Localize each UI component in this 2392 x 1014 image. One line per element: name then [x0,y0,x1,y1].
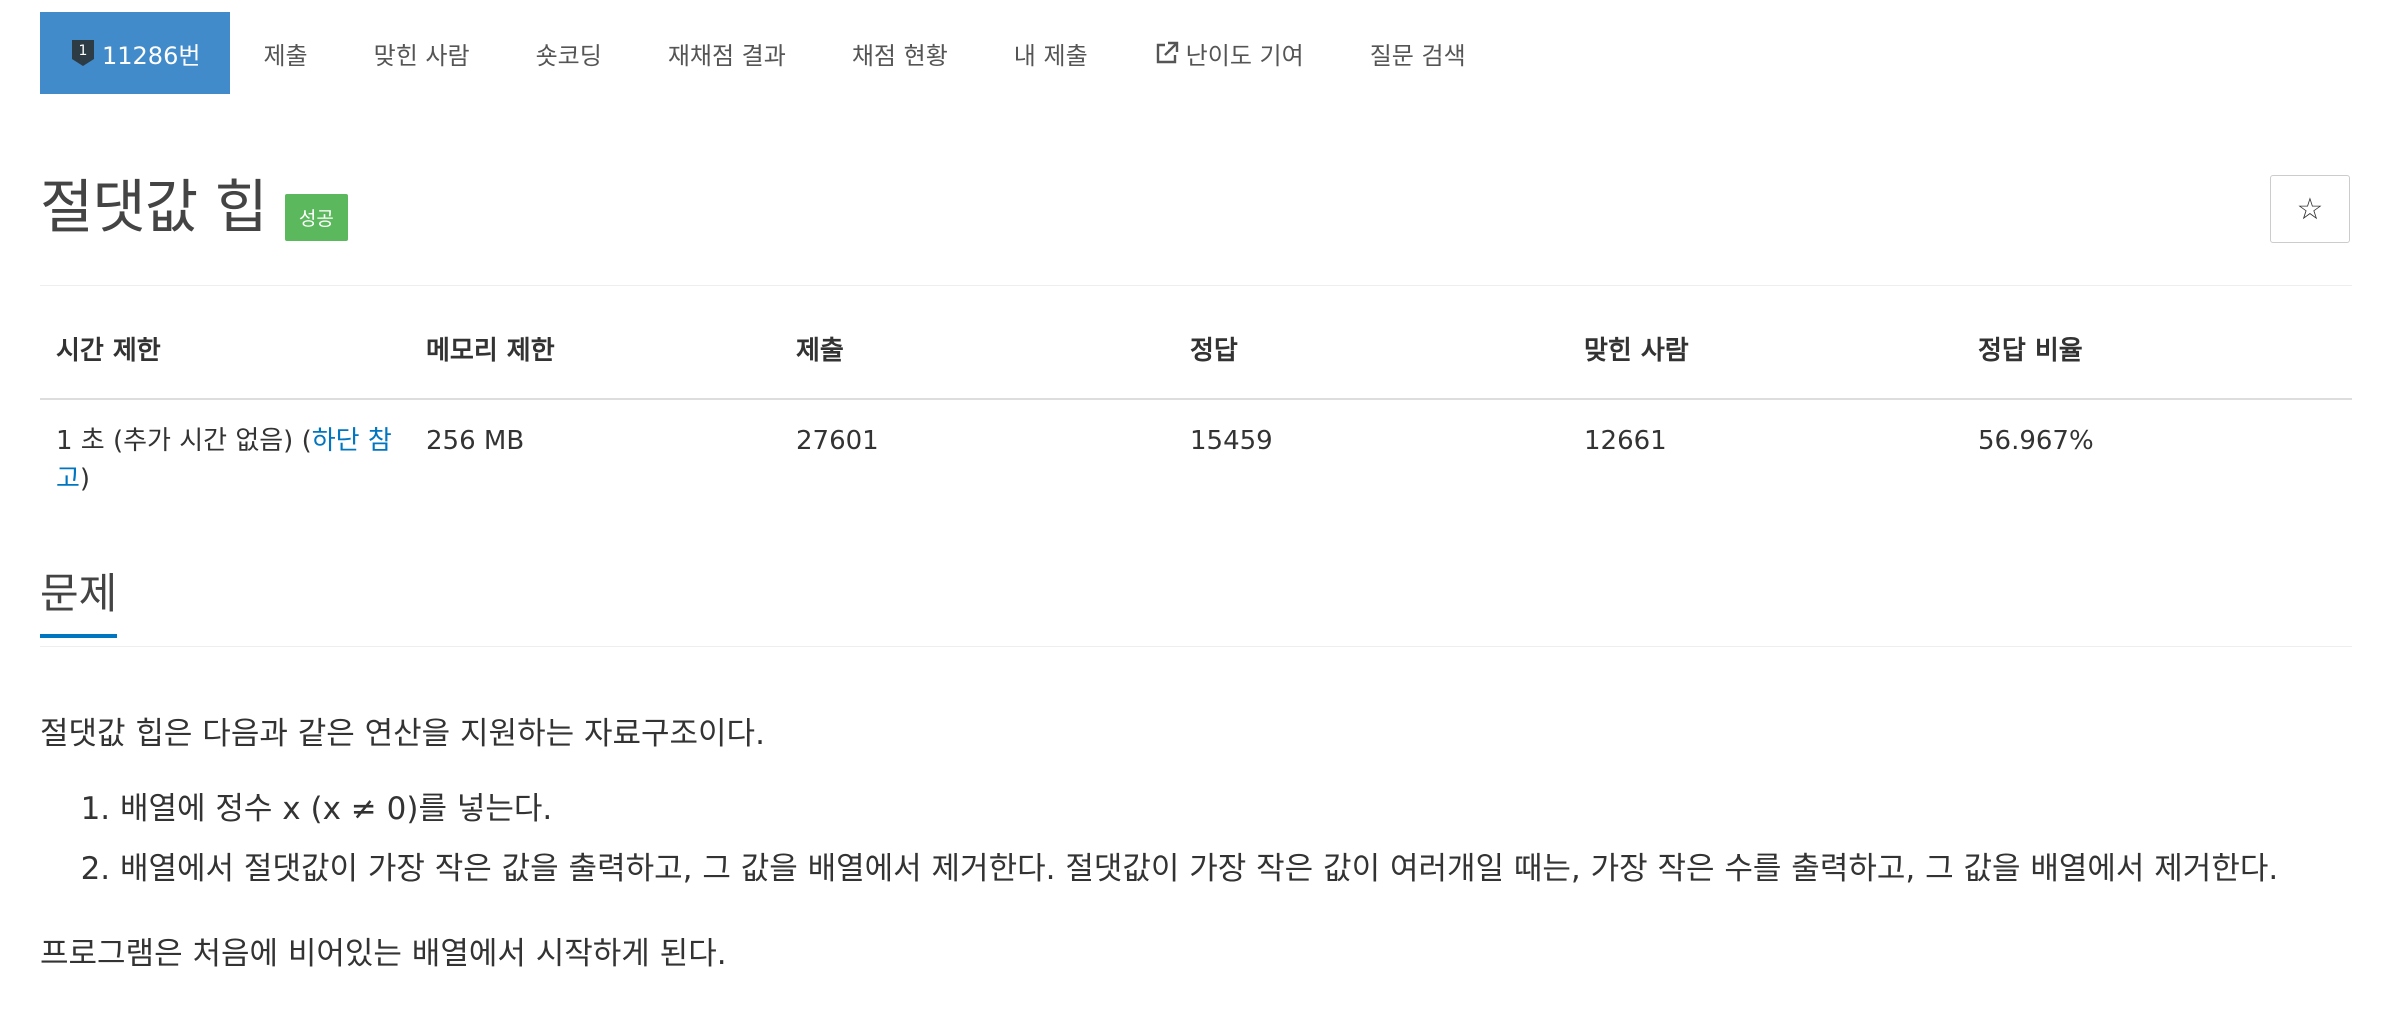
tab-difficulty-contribution[interactable]: 난이도 기여 [1121,12,1337,94]
tab-question-search-label: 질문 검색 [1369,41,1466,70]
accept-ratio-cell: 56.967% [1978,426,2094,456]
header-time-limit: 시간 제한 [40,330,410,400]
external-link-icon [1156,41,1178,64]
time-limit-text: 1 초 (추가 시간 없음) ( [56,426,312,456]
favorite-star-button[interactable]: ☆ [2270,175,2350,243]
table-row: 1 초 (추가 시간 없음) (하단 참고) 256 MB 27601 1545… [40,399,2352,498]
tier-badge-level: 1 [79,43,88,59]
problem-info-table: 시간 제한 메모리 제한 제출 정답 맞힌 사람 정답 비율 1 초 (추가 시… [40,330,2352,498]
tab-submit-label: 제출 [263,41,308,70]
solved-users-cell: 12661 [1584,426,1667,456]
header-solved-users: 맞힌 사람 [1568,330,1962,400]
tab-question-search[interactable]: 질문 검색 [1337,12,1499,94]
title-divider [40,285,2352,286]
accepted-cell: 15459 [1190,426,1273,456]
tab-solved-users[interactable]: 맞힌 사람 [341,12,503,94]
problem-nav: 1 11286번 제출 맞힌 사람 숏코딩 재채점 결과 채점 현황 내 제출 … [40,12,1499,94]
tab-submit[interactable]: 제출 [230,12,340,94]
header-submissions: 제출 [780,330,1174,400]
problem-number: 11286번 [102,41,201,70]
tab-short-coding-label: 숏코딩 [535,41,602,70]
tab-solved-users-label: 맞힌 사람 [373,41,470,70]
status-badge: 성공 [284,194,348,241]
section-title-problem: 문제 [40,571,118,639]
tab-my-submissions[interactable]: 내 제출 [981,12,1121,94]
tab-judge-status-label: 채점 현황 [851,41,948,70]
time-limit-cell: 1 초 (추가 시간 없음) (하단 참고) [40,399,410,498]
list-item: 배열에 정수 x (x ≠ 0)를 넣는다. [120,788,2278,848]
tab-problem[interactable]: 1 11286번 [40,12,231,94]
submissions-cell: 27601 [796,426,879,456]
header-memory-limit: 메모리 제한 [410,330,780,400]
page-title: 절댓값 힙 [40,172,268,241]
problem-outro: 프로그램은 처음에 비어있는 배열에서 시작하게 된다. [40,936,727,972]
section-divider [40,646,2352,647]
table-header-row: 시간 제한 메모리 제한 제출 정답 맞힌 사람 정답 비율 [40,330,2352,400]
problem-intro: 절댓값 힙은 다음과 같은 연산을 지원하는 자료구조이다. [40,716,765,752]
tab-rejudge-results[interactable]: 재채점 결과 [635,12,819,94]
tier-badge-icon: 1 [72,40,94,66]
tab-judge-status[interactable]: 채점 현황 [819,12,981,94]
page: 1 11286번 제출 맞힌 사람 숏코딩 재채점 결과 채점 현황 내 제출 … [0,0,2392,1014]
memory-limit-cell: 256 MB [426,426,525,456]
header-accept-ratio: 정답 비율 [1962,330,2352,400]
operation-list: 배열에 정수 x (x ≠ 0)를 넣는다. 배열에서 절댓값이 가장 작은 값… [80,788,2278,908]
tab-my-submissions-label: 내 제출 [1013,41,1088,70]
tab-rejudge-results-label: 재채점 결과 [667,41,786,70]
tab-short-coding[interactable]: 숏코딩 [503,12,635,94]
star-icon: ☆ [2296,191,2324,227]
title-row: 절댓값 힙 성공 [40,172,348,241]
header-accepted: 정답 [1174,330,1568,400]
time-limit-suffix: ) [79,464,91,494]
tab-difficulty-contribution-label: 난이도 기여 [1185,41,1304,70]
list-item: 배열에서 절댓값이 가장 작은 값을 출력하고, 그 값을 배열에서 제거한다.… [120,848,2278,908]
